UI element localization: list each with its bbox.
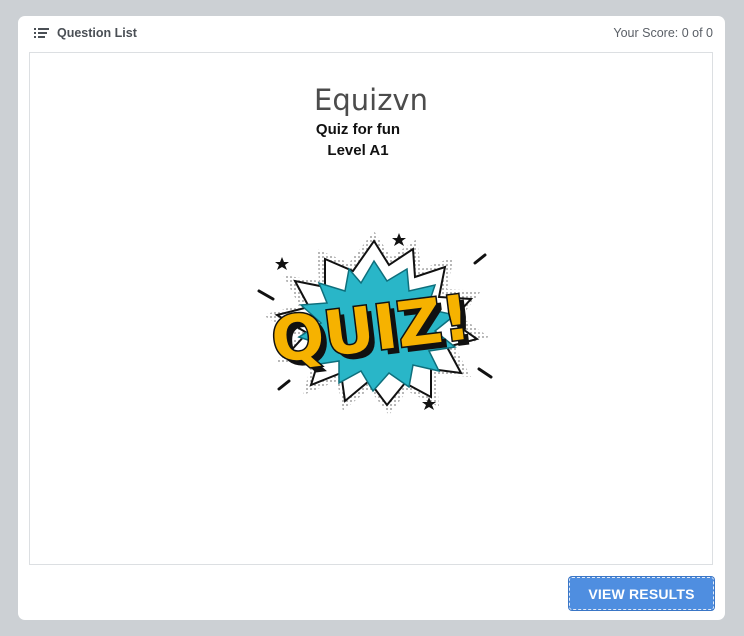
quiz-title: Equizvn — [314, 83, 428, 117]
star-decoration — [275, 257, 289, 270]
question-list-button[interactable]: Question List — [34, 26, 137, 40]
quiz-subtitle: Quiz for fun Level A1 — [278, 119, 438, 161]
view-results-button[interactable]: VIEW RESULTS — [569, 577, 714, 610]
subtitle-line-1: Quiz for fun — [315, 121, 401, 138]
question-list-label: Question List — [57, 26, 137, 40]
subtitle-line-2: Level A1 — [327, 142, 389, 159]
intro-slide: Equizvn Quiz for fun Level A1 QUIZ! QUIZ… — [29, 52, 713, 565]
quiz-logo-image: QUIZ! QUIZ! — [257, 231, 493, 415]
score-text: Your Score: 0 of 0 — [613, 26, 713, 40]
top-bar: Question List Your Score: 0 of 0 — [18, 16, 725, 52]
list-icon — [34, 28, 49, 38]
star-decoration — [392, 233, 406, 246]
quiz-card: Question List Your Score: 0 of 0 Equizvn… — [18, 16, 725, 620]
